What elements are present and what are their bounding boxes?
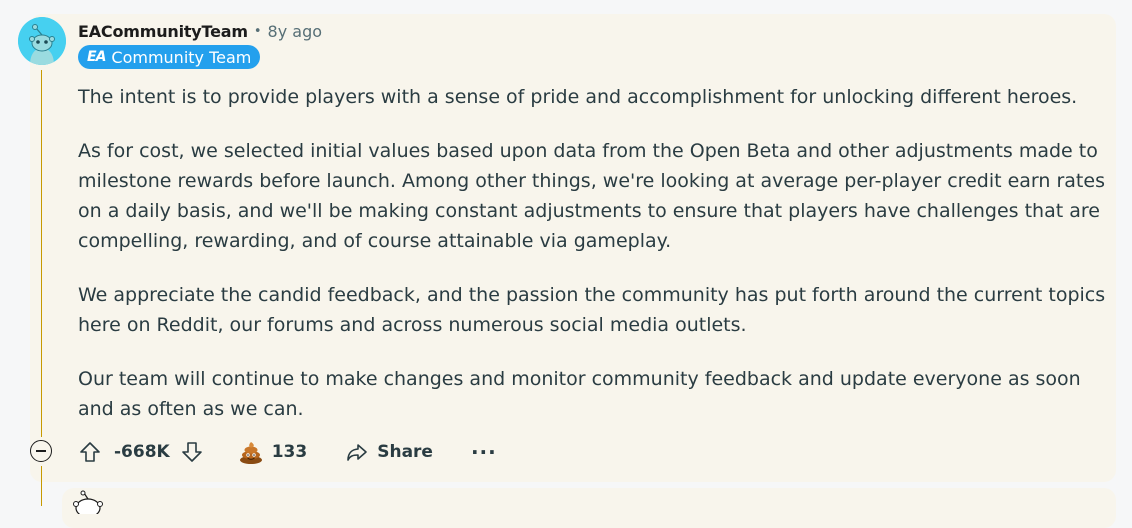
comment-paragraph: We appreciate the candid feedback, and t…	[78, 284, 1106, 336]
vote-score: -668K	[114, 442, 170, 462]
meta-separator: •	[253, 23, 262, 39]
more-options-button[interactable]: ···	[471, 440, 497, 464]
snoo-avatar-icon	[18, 17, 66, 65]
comment-action-bar: -668K 133 Share ···	[78, 436, 497, 468]
more-dots-icon: ···	[470, 440, 497, 464]
user-flair: EA Community Team	[78, 45, 261, 69]
award-count: 133	[271, 442, 308, 462]
share-button[interactable]: Share	[345, 440, 433, 464]
comment-body: The intent is to provide players with a …	[78, 82, 1108, 448]
collapse-minus-icon	[36, 450, 46, 452]
ea-logo-icon: EA	[87, 49, 106, 65]
upvote-arrow-icon	[80, 442, 100, 462]
comment-paragraph: As for cost, we selected initial values …	[78, 140, 1105, 252]
poop-award-icon	[239, 442, 262, 464]
avatar[interactable]	[18, 17, 66, 65]
share-arrow-icon	[347, 444, 368, 461]
comment-paragraph: The intent is to provide players with a …	[78, 86, 1078, 108]
collapse-button[interactable]	[30, 440, 52, 462]
share-label: Share	[377, 442, 433, 462]
downvote-arrow-icon	[181, 442, 202, 462]
flair-label: Community Team	[111, 47, 252, 67]
comment-meta: EACommunityTeam • 8y ago	[78, 20, 322, 42]
next-comment-card	[62, 488, 1116, 528]
comment-age[interactable]: 8y ago	[268, 22, 322, 41]
award-button[interactable]: 133	[238, 439, 308, 465]
thread-line-continuation[interactable]	[41, 466, 42, 506]
thread-line[interactable]	[41, 70, 42, 437]
upvote-button[interactable]	[78, 440, 102, 464]
reply-avatar-icon[interactable]	[66, 490, 108, 514]
downvote-button[interactable]	[180, 440, 204, 464]
comment-paragraph: Our team will continue to make changes a…	[78, 368, 1081, 420]
username[interactable]: EACommunityTeam	[78, 22, 248, 41]
